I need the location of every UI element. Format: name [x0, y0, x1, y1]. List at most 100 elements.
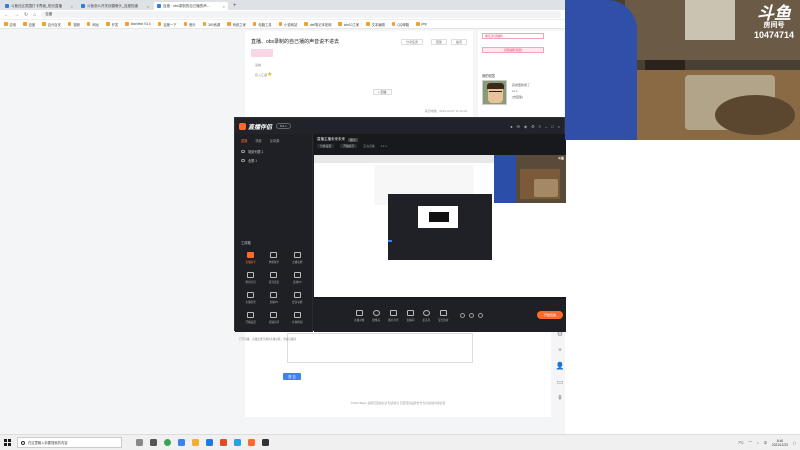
bookmark[interactable]: 应用: [4, 22, 16, 27]
scene-item[interactable]: 场景列表 1: [235, 147, 312, 156]
bookmark[interactable]: QQ邮箱: [391, 22, 409, 27]
bookmark[interactable]: 音乐: [183, 22, 196, 27]
bookmark[interactable]: Manifest V3.0: [125, 22, 151, 26]
answer-textarea[interactable]: [287, 333, 473, 363]
bookmark[interactable]: php: [416, 22, 427, 26]
folder-icon[interactable]: [192, 439, 199, 446]
network-icon[interactable]: ⌒: [749, 440, 752, 445]
taskbar-search[interactable]: 在这里输入你要搜索的内容: [17, 437, 122, 448]
bookmark[interactable]: 小说网站: [278, 22, 297, 27]
forward-icon[interactable]: →: [14, 12, 19, 18]
reload-icon[interactable]: ↻: [24, 12, 28, 18]
sidebar-line[interactable]: (去回答): [512, 95, 523, 99]
avatar[interactable]: [482, 80, 507, 105]
stream-title[interactable]: 直播主播未来未来: [317, 137, 345, 142]
browser-tab-active[interactable]: 百度 · obs录制的自己播的声... ×: [154, 2, 228, 10]
bookmark[interactable]: 百度一下: [157, 22, 177, 27]
feedback-icon[interactable]: ▭: [555, 377, 565, 387]
tool-item[interactable]: 连线PK: [286, 272, 309, 284]
claim-welfare-button[interactable]: 领取福利奖励: [482, 47, 544, 53]
close-icon[interactable]: ×: [558, 124, 560, 129]
bookmark[interactable]: 360资源: [202, 22, 220, 27]
person-icon[interactable]: 👤: [555, 361, 565, 371]
settings-icon[interactable]: [478, 313, 484, 318]
bookmark[interactable]: dell笔记本官网: [304, 22, 331, 27]
bookmark[interactable]: 网址: [86, 22, 99, 27]
tool-item[interactable]: 主播任务: [239, 292, 262, 304]
avatar-icon[interactable]: ●: [510, 124, 512, 129]
mail-icon[interactable]: ✉: [517, 124, 520, 129]
ask-button[interactable]: 提问: [451, 39, 468, 45]
browser-icon[interactable]: [164, 439, 171, 446]
bookmark[interactable]: 电脑工具: [252, 22, 272, 27]
tool-item[interactable]: 粉丝红包: [239, 272, 262, 284]
windows-start-icon[interactable]: [4, 439, 11, 446]
close-icon[interactable]: ×: [71, 4, 73, 9]
start-live-button[interactable]: 开始直播: [537, 311, 563, 319]
tool-item[interactable]: 点播功能: [286, 252, 309, 264]
bookmark[interactable]: 文本编辑: [366, 22, 385, 27]
close-icon[interactable]: ×: [147, 4, 149, 9]
tab-live[interactable]: 直播: [241, 138, 247, 143]
maximize-icon[interactable]: □: [551, 124, 553, 129]
camera-button[interactable]: 摄像头: [372, 309, 380, 322]
tab-scenes[interactable]: 场景: [255, 138, 261, 143]
notice-pill[interactable]: 开播提示: [340, 144, 358, 148]
answer-button[interactable]: + 回答: [373, 89, 392, 95]
bookmark[interactable]: win10之家: [338, 22, 359, 27]
tool-item[interactable]: 开播设置: [239, 312, 262, 324]
streaming-app-icon[interactable]: [248, 439, 255, 446]
ime-indicator[interactable]: 中: [764, 440, 767, 445]
minimize-icon[interactable]: –: [545, 124, 547, 129]
clock[interactable]: 8:46 2021/12/23: [772, 439, 788, 447]
new-tab-icon[interactable]: +: [230, 2, 240, 10]
weather-text[interactable]: 7°C: [738, 441, 744, 445]
tab-sources[interactable]: 互动源: [270, 138, 280, 143]
back-icon[interactable]: ←: [4, 12, 9, 18]
obs-icon[interactable]: [262, 439, 269, 446]
home-icon[interactable]: ⌂: [33, 12, 36, 18]
gear-icon[interactable]: ⚙: [531, 124, 535, 129]
top-icon[interactable]: ⇞: [555, 393, 565, 403]
volume-icon[interactable]: ♪: [757, 441, 759, 445]
task-welfare-button[interactable]: 做任务领福利: [482, 33, 544, 39]
category-pill[interactable]: 分类设置: [317, 144, 335, 148]
record-button[interactable]: 直播录像: [354, 309, 364, 322]
tool-item[interactable]: 直播助手: [239, 252, 262, 264]
browser-tab[interactable]: 斗鱼怎么开关闭摄像头_百度知道 ×: [78, 2, 152, 10]
scene-item[interactable]: 全屏 1: [235, 156, 312, 165]
bookmark[interactable]: 百度: [23, 22, 35, 27]
app-icon[interactable]: [178, 439, 185, 446]
video-icon[interactable]: [460, 313, 466, 318]
tool-item[interactable]: 直播PK: [262, 292, 285, 304]
answer-top-button[interactable]: 回答: [431, 39, 448, 45]
speaker-button[interactable]: 混合监听: [438, 309, 448, 322]
bookmark[interactable]: 百分百安: [42, 22, 61, 27]
browser-tab[interactable]: 斗鱼社区氛围打卡界面_阳光直播 ×: [2, 2, 76, 10]
notification-icon[interactable]: ▢: [793, 441, 796, 445]
bookmark[interactable]: 系统之家: [227, 22, 246, 27]
tool-item[interactable]: 弹幕助手: [262, 252, 285, 264]
image-button[interactable]: 图片背景: [388, 309, 399, 322]
record-dot-icon[interactable]: [469, 313, 475, 318]
menu-icon[interactable]: ≡: [539, 124, 541, 129]
tool-item[interactable]: 道具连麦: [262, 272, 285, 284]
room-button[interactable]: 直播间: [407, 309, 414, 322]
address-bar[interactable]: 百度: [41, 11, 561, 18]
app-icon[interactable]: [220, 439, 227, 446]
bookmark[interactable]: 开发: [106, 22, 118, 27]
share-task-button[interactable]: 分享任务: [401, 39, 424, 45]
bookmark[interactable]: 视频: [67, 22, 80, 27]
app-icon[interactable]: [234, 439, 241, 446]
submit-button[interactable]: 提 交: [283, 373, 301, 380]
shirt-icon[interactable]: ◈: [524, 124, 527, 129]
task-view-icon[interactable]: [136, 439, 143, 446]
tool-item[interactable]: 礼物答谢: [286, 312, 309, 324]
plus-icon[interactable]: +: [555, 345, 565, 355]
tool-item[interactable]: 更多功能: [286, 292, 309, 304]
tool-item[interactable]: 直播房间: [262, 312, 285, 324]
eye-icon[interactable]: [241, 150, 245, 153]
widgets-icon[interactable]: [150, 439, 157, 446]
eye-icon[interactable]: [241, 159, 245, 162]
app-icon[interactable]: [206, 439, 213, 446]
